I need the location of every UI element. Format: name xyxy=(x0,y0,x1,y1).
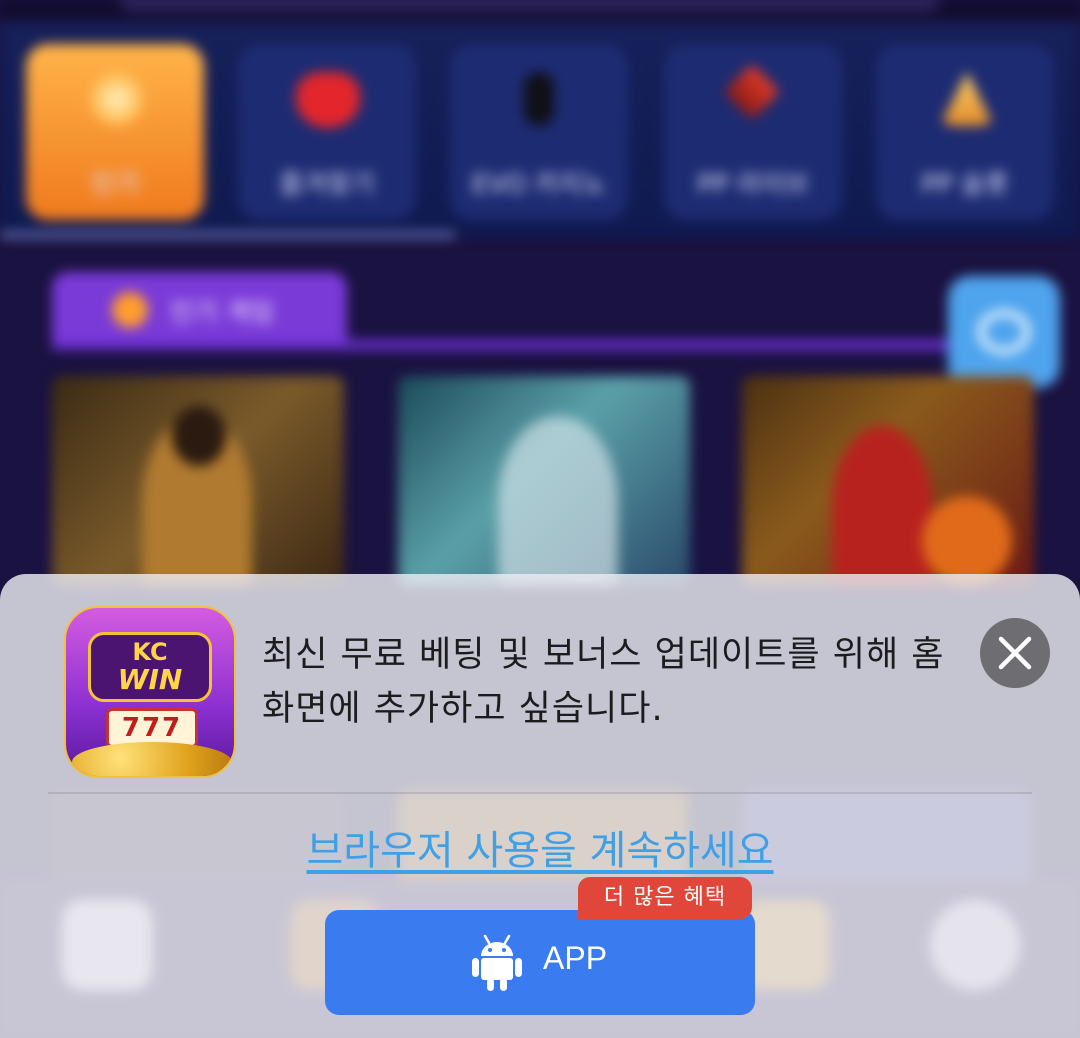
flame-icon xyxy=(112,292,148,328)
continue-browser-link[interactable]: 브라우저 사용을 계속하세요 xyxy=(0,818,1080,876)
category-strip: 인기 즐겨찾기 EVO 카지노 PP 라이브 PP 슬롯 xyxy=(0,22,1080,237)
category-evo-casino: EVO 카지노 xyxy=(450,44,628,220)
section-divider xyxy=(52,340,952,350)
category-label: 즐겨찾기 xyxy=(279,170,375,200)
category-label: EVO 카지노 xyxy=(471,170,607,200)
heart-icon xyxy=(296,72,360,128)
android-icon xyxy=(472,934,522,991)
category-pp-slot: PP 슬롯 xyxy=(876,44,1054,220)
section-title: 인기 게임 xyxy=(170,298,274,328)
top-bar xyxy=(0,0,1080,20)
install-message: 최신 무료 베팅 및 보너스 업데이트를 위해 홈 화면에 추가하고 싶습니다. xyxy=(262,635,945,729)
app-button-label: APP xyxy=(543,940,608,976)
divider xyxy=(48,792,1032,794)
slot-icon xyxy=(940,72,994,126)
promo-badge: 더 많은 혜택 xyxy=(578,877,752,919)
download-app-button[interactable]: APP xyxy=(325,910,755,1015)
app-logo: KC WIN xyxy=(88,632,212,702)
support-chat-button xyxy=(948,276,1060,388)
category-favorites: 즐겨찾기 xyxy=(238,44,416,220)
category-label: PP 라이브 xyxy=(697,170,809,200)
chip-icon xyxy=(524,72,554,126)
game-tile xyxy=(742,376,1034,586)
app-icon: KC WIN 777 xyxy=(64,606,236,778)
game-tile xyxy=(52,376,344,586)
close-button[interactable] xyxy=(980,618,1050,688)
category-label: PP 슬롯 xyxy=(921,170,1009,200)
cards-icon xyxy=(723,63,781,121)
coins-pile xyxy=(72,742,232,776)
category-scroll-indicator xyxy=(0,232,455,238)
game-tile xyxy=(398,376,690,586)
close-icon xyxy=(998,636,1032,670)
category-popular: 인기 xyxy=(26,44,204,220)
category-label: 인기 xyxy=(91,170,139,200)
section-tab-popular: 인기 게임 xyxy=(52,272,347,348)
category-pp-live: PP 라이브 xyxy=(664,44,842,220)
search-bar xyxy=(120,0,940,12)
flame-icon xyxy=(90,72,144,126)
chat-icon xyxy=(978,310,1030,354)
